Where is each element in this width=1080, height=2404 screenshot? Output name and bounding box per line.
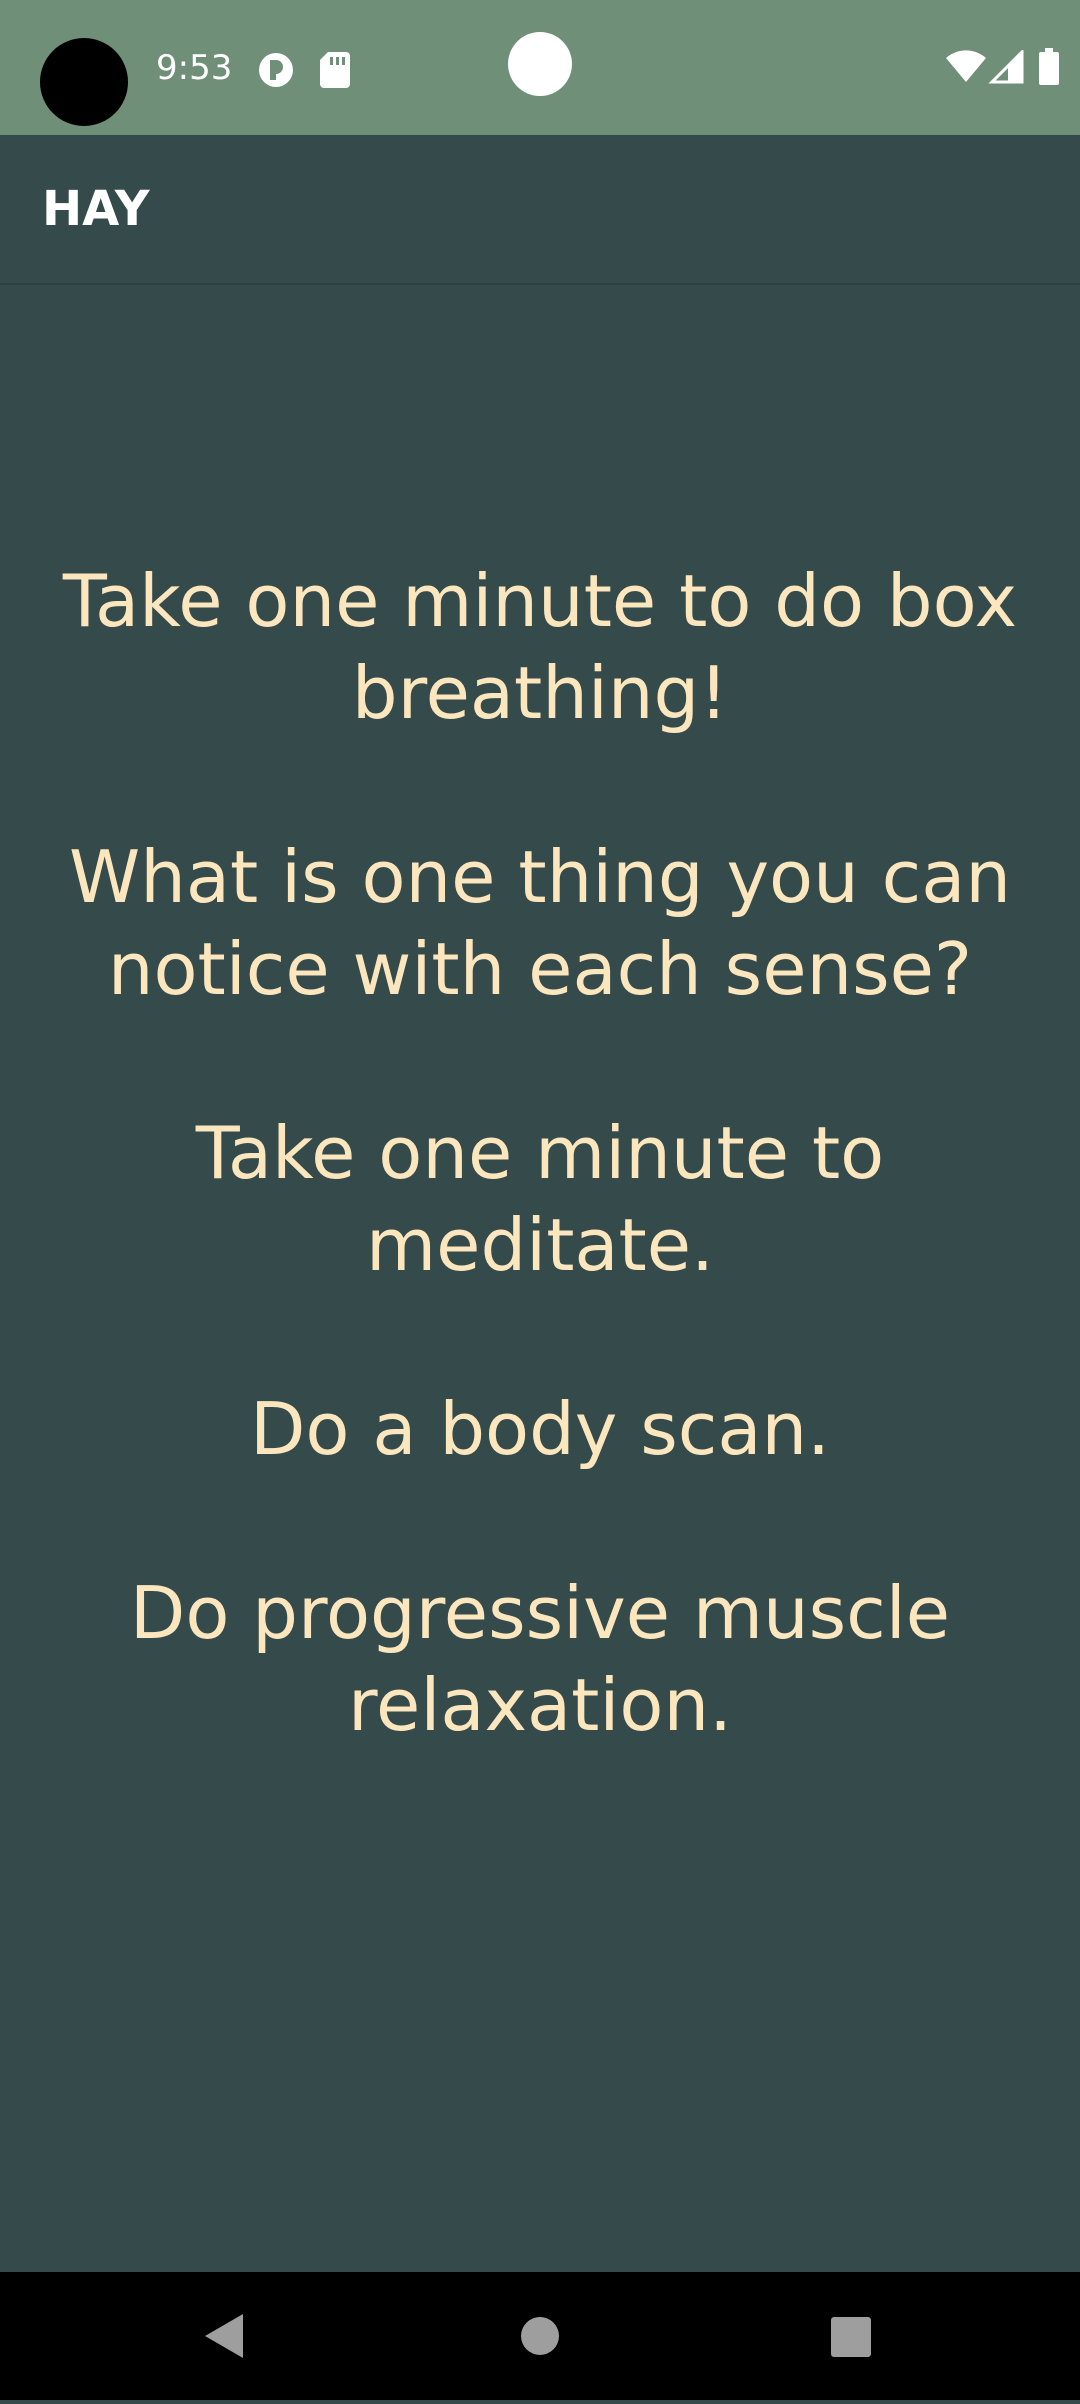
prompt-box-breathing: Take one minute to do box breathing!	[62, 559, 1018, 735]
camera-cutout	[40, 38, 128, 126]
home-icon	[521, 2317, 559, 2355]
battery-icon	[1039, 48, 1059, 85]
circle-p-icon	[259, 53, 293, 87]
status-time: 9:53	[156, 48, 233, 88]
status-bar: 9:53	[0, 0, 1080, 135]
home-button[interactable]	[460, 2272, 620, 2400]
app-title: HAY	[42, 181, 150, 237]
wifi-icon	[946, 50, 986, 82]
sd-card-icon	[320, 52, 350, 88]
recents-button[interactable]	[770, 2272, 930, 2400]
main-content: Take one minute to do box breathing! Wha…	[0, 285, 1080, 2272]
prompt-notice-senses: What is one thing you can notice with ea…	[69, 835, 1011, 1011]
app-bar: HAY	[0, 135, 1080, 285]
front-camera-dot	[508, 32, 572, 96]
prompt-list: Take one minute to do box breathing! Wha…	[60, 555, 1020, 1843]
prompt-muscle-relaxation: Do progressive muscle relaxation.	[129, 1571, 951, 1747]
back-icon	[205, 2314, 243, 2358]
signal-icon	[988, 50, 1024, 84]
navigation-bar	[0, 2272, 1080, 2400]
prompt-meditate: Take one minute to meditate.	[195, 1111, 885, 1287]
recents-icon	[831, 2317, 871, 2357]
back-button[interactable]	[145, 2272, 305, 2400]
prompt-body-scan: Do a body scan.	[249, 1387, 831, 1471]
